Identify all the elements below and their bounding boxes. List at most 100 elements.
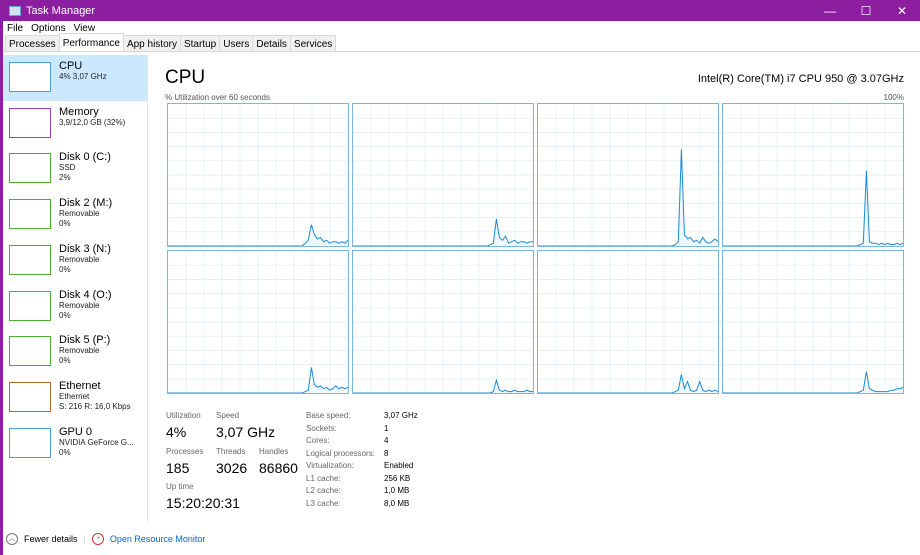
graph-max: 100% <box>883 93 904 102</box>
menu-bar: File Options View <box>3 21 920 35</box>
detail-value: 256 KB <box>384 473 411 483</box>
thumbnail-graph <box>9 427 51 458</box>
threads-value: 3026 <box>216 460 248 476</box>
item-detail: Removable <box>59 346 100 356</box>
detail-value: Enabled <box>384 461 414 470</box>
sidebar-item-memory[interactable]: Memory 3,9/12,0 GB (32%) <box>3 101 147 147</box>
sidebar-item-ethernet[interactable]: Ethernet Ethernet S: 216 R: 16,0 Kbps <box>3 375 147 421</box>
thumbnail-graph <box>9 381 51 412</box>
thumbnail-graph <box>9 107 51 138</box>
processes-label: Processes <box>166 447 204 456</box>
tab-startup[interactable]: Startup <box>179 35 221 51</box>
utilization-label: Utilization <box>166 411 201 420</box>
detail-value: 1,0 MB <box>384 486 410 495</box>
menu-options[interactable]: Options <box>31 23 65 34</box>
item-detail: 0% <box>59 447 71 457</box>
tab-performance[interactable]: Performance <box>58 33 124 51</box>
detail-label: L3 cache: <box>306 498 341 508</box>
item-title: Disk 5 (P:) <box>59 334 111 347</box>
processes-value: 185 <box>166 460 190 476</box>
tab-users[interactable]: Users <box>219 35 254 51</box>
tab-bar: Processes Performance App history Startu… <box>3 33 920 52</box>
sidebar-item-gpu-0[interactable]: GPU 0 NVIDIA GeForce G... 0% <box>3 421 147 467</box>
item-title: CPU <box>59 60 83 72</box>
item-detail: 2% <box>59 173 71 183</box>
cpu-model: Intel(R) Core(TM) i7 CPU 950 @ 3.07GHz <box>697 73 904 85</box>
core-graph-6 <box>537 250 719 394</box>
uptime-value: 15:20:20:31 <box>166 495 240 511</box>
tab-processes[interactable]: Processes <box>5 35 60 51</box>
detail-value: 3,07 GHz <box>384 411 418 420</box>
core-graph-1 <box>352 103 534 247</box>
detail-value: 4 <box>384 436 389 445</box>
footer: ︿ Fewer details | ◔ Open Resource Monito… <box>6 533 205 545</box>
core-graph-2 <box>537 103 719 247</box>
item-detail: 4% 3,07 GHz <box>59 72 107 81</box>
sidebar-item-disk-3-n[interactable]: Disk 3 (N:) Removable 0% <box>3 238 147 284</box>
sidebar-item-cpu[interactable]: CPU 4% 3,07 GHz <box>3 55 147 101</box>
maximize-button[interactable]: ☐ <box>848 4 884 18</box>
detail-label: Cores: <box>306 436 330 445</box>
title-bar: Task Manager — ☐ ✕ <box>3 0 920 21</box>
item-detail: NVIDIA GeForce G... <box>59 437 134 447</box>
page-title: CPU <box>165 67 206 88</box>
item-detail: 3,9/12,0 GB (32%) <box>59 117 126 127</box>
sidebar-item-disk-5-p[interactable]: Disk 5 (P:) Removable 0% <box>3 329 147 375</box>
thumbnail-graph <box>9 290 51 321</box>
handles-value: 86860 <box>259 460 298 476</box>
utilization-value: 4% <box>166 424 187 440</box>
tab-app-history[interactable]: App history <box>122 35 181 51</box>
sidebar-item-disk-0-c[interactable]: Disk 0 (C:) SSD 2% <box>3 146 147 192</box>
thumbnail-graph <box>9 244 51 275</box>
item-detail: Ethernet <box>59 391 90 401</box>
detail-label: Base speed: <box>306 411 351 420</box>
item-detail: 0% <box>59 310 71 320</box>
core-graphs <box>167 103 904 394</box>
tab-details[interactable]: Details <box>252 35 291 51</box>
item-detail: 0% <box>59 219 71 229</box>
threads-label: Threads <box>216 447 246 456</box>
item-detail: Removable <box>59 254 100 264</box>
item-detail: 0% <box>59 356 71 366</box>
detail-label: Sockets: <box>306 423 337 433</box>
core-graph-7 <box>722 250 904 394</box>
open-resource-monitor-link[interactable]: Open Resource Monitor <box>110 534 206 544</box>
resource-sidebar: CPU 4% 3,07 GHz Memory 3,9/12,0 GB (32%)… <box>3 55 148 522</box>
sidebar-item-disk-4-o[interactable]: Disk 4 (O:) Removable 0% <box>3 284 147 330</box>
graph-label: % Utilization over 60 seconds <box>165 93 270 102</box>
tab-services[interactable]: Services <box>289 35 337 51</box>
item-title: Ethernet <box>59 379 101 392</box>
minimize-button[interactable]: — <box>812 4 848 18</box>
detail-label: L2 cache: <box>306 486 341 495</box>
item-title: Disk 3 (N:) <box>59 242 111 255</box>
detail-label: L1 cache: <box>306 473 341 483</box>
fewer-details-link[interactable]: Fewer details <box>24 534 78 544</box>
window-title: Task Manager <box>26 4 96 17</box>
thumbnail-graph <box>9 62 51 92</box>
chevron-up-icon[interactable]: ︿ <box>6 533 18 545</box>
detail-value: 1 <box>384 423 389 433</box>
core-graph-5 <box>352 250 534 394</box>
detail-label: Virtualization: <box>306 461 354 470</box>
menu-view[interactable]: View <box>74 23 96 34</box>
item-title: GPU 0 <box>59 425 93 438</box>
close-button[interactable]: ✕ <box>884 4 920 18</box>
sidebar-item-disk-2-m[interactable]: Disk 2 (M:) Removable 0% <box>3 192 147 238</box>
item-title: Disk 2 (M:) <box>59 197 113 210</box>
item-title: Disk 4 (O:) <box>59 288 112 301</box>
menu-file[interactable]: File <box>7 23 23 34</box>
resource-monitor-icon: ◔ <box>91 533 104 545</box>
core-graph-4 <box>167 250 349 394</box>
item-detail: 0% <box>59 264 71 274</box>
detail-value: 8,0 MB <box>384 498 410 508</box>
uptime-label: Up time <box>166 482 194 491</box>
task-manager-icon <box>9 5 21 16</box>
thumbnail-graph <box>9 199 51 230</box>
item-detail: SSD <box>59 163 76 173</box>
item-title: Disk 0 (C:) <box>59 151 111 164</box>
item-detail: Removable <box>59 209 100 219</box>
item-detail: S: 216 R: 16,0 Kbps <box>59 401 131 411</box>
detail-label: Logical processors: <box>306 448 375 458</box>
item-detail: Removable <box>59 300 100 310</box>
item-title: Memory <box>59 105 99 118</box>
